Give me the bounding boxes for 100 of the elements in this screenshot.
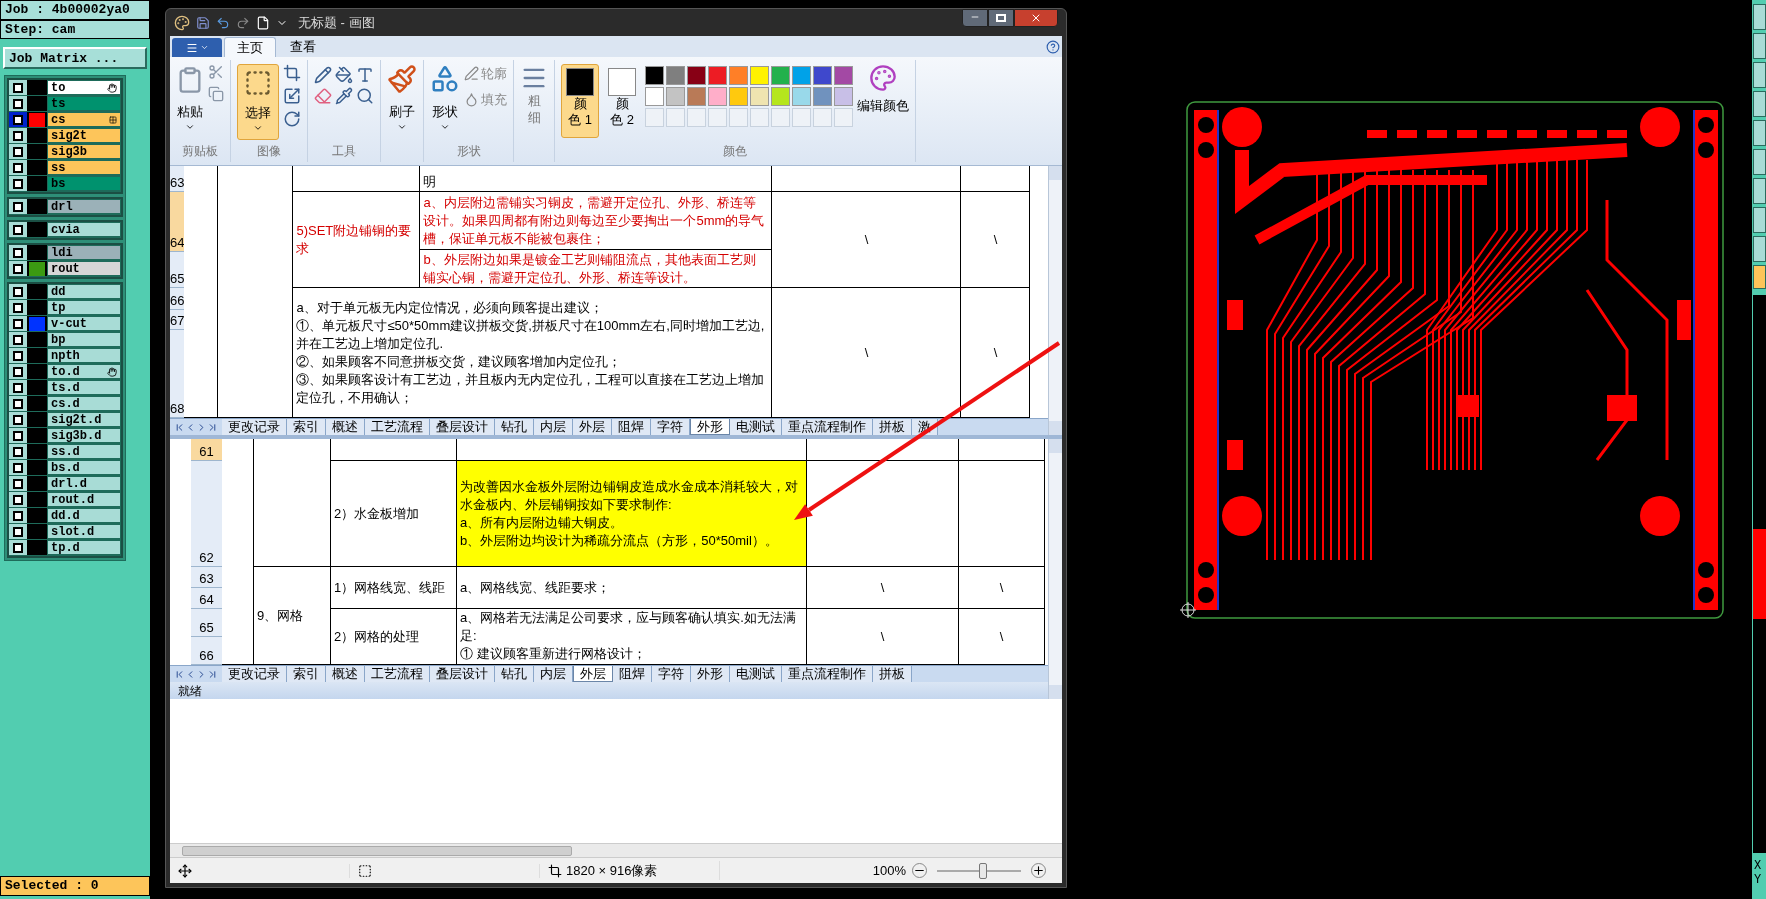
brushes-button[interactable]: 刷子 bbox=[387, 64, 417, 132]
empty-swatch[interactable] bbox=[750, 108, 769, 127]
app-menu-button[interactable] bbox=[172, 38, 222, 57]
sheet-tab[interactable]: 字符 bbox=[651, 419, 690, 435]
sheet-tab[interactable]: 字符 bbox=[652, 666, 691, 682]
horizontal-scrollbar[interactable] bbox=[170, 843, 1062, 857]
palette-swatch[interactable] bbox=[666, 66, 685, 85]
job-matrix-button[interactable]: Job Matrix ... bbox=[3, 47, 147, 69]
layer-toggle[interactable] bbox=[9, 412, 27, 427]
palette-swatch[interactable] bbox=[687, 87, 706, 106]
help-icon[interactable] bbox=[1046, 39, 1060, 54]
pencil-icon[interactable] bbox=[314, 66, 332, 84]
eyedropper-icon[interactable] bbox=[335, 87, 353, 105]
zoom-slider-thumb[interactable] bbox=[979, 862, 988, 879]
sheet-tab[interactable]: 重点流程制作 bbox=[782, 419, 873, 435]
sheet-tab[interactable]: 外层 bbox=[573, 666, 613, 682]
tool-button[interactable] bbox=[1753, 149, 1766, 175]
empty-swatch[interactable] bbox=[813, 108, 832, 127]
layer-toggle[interactable] bbox=[9, 316, 27, 331]
layer-name[interactable]: bs bbox=[47, 176, 121, 191]
magnifier-icon[interactable] bbox=[356, 87, 374, 105]
layer-toggle[interactable] bbox=[9, 396, 27, 411]
layer-toggle[interactable] bbox=[9, 428, 27, 443]
palette-swatch[interactable] bbox=[750, 66, 769, 85]
layer-name[interactable]: dd bbox=[47, 284, 121, 299]
layer-name[interactable]: bp bbox=[47, 332, 121, 347]
palette-swatch[interactable] bbox=[750, 87, 769, 106]
vertical-scrollbar[interactable] bbox=[1048, 439, 1062, 699]
paint-bucket-icon[interactable] bbox=[335, 66, 353, 84]
layer-toggle[interactable] bbox=[9, 261, 27, 276]
tool-button[interactable] bbox=[1753, 120, 1766, 146]
layer-toggle[interactable] bbox=[9, 80, 27, 95]
layer-toggle[interactable] bbox=[9, 300, 27, 315]
last-sheet-icon[interactable] bbox=[207, 421, 218, 433]
palette-swatch[interactable] bbox=[645, 66, 664, 85]
select-button[interactable]: 选择 bbox=[237, 64, 279, 140]
empty-swatch[interactable] bbox=[729, 108, 748, 127]
sheet-tab[interactable]: 外形 bbox=[691, 666, 730, 682]
first-sheet-icon[interactable] bbox=[174, 421, 185, 433]
layer-toggle[interactable] bbox=[9, 476, 27, 491]
color-select-button[interactable]: 颜 色 1 bbox=[561, 64, 599, 138]
resize-icon[interactable] bbox=[283, 87, 301, 105]
layer-toggle[interactable] bbox=[9, 492, 27, 507]
ribbon-tab[interactable]: 查看 bbox=[278, 37, 328, 57]
layer-name[interactable]: tp bbox=[47, 300, 121, 315]
palette-swatch[interactable] bbox=[729, 87, 748, 106]
palette-swatch[interactable] bbox=[666, 87, 685, 106]
layer-toggle[interactable] bbox=[9, 112, 27, 127]
empty-swatch[interactable] bbox=[771, 108, 790, 127]
sheet-tab[interactable]: 概述 bbox=[326, 666, 365, 682]
layer-toggle[interactable] bbox=[9, 524, 27, 539]
paste-button[interactable]: 粘贴 bbox=[176, 64, 204, 132]
empty-swatch[interactable] bbox=[666, 108, 685, 127]
palette-swatch[interactable] bbox=[813, 66, 832, 85]
palette-swatch[interactable] bbox=[729, 66, 748, 85]
layer-toggle[interactable] bbox=[9, 222, 27, 237]
sheet-tab[interactable]: 阻焊 bbox=[612, 419, 651, 435]
redo-icon[interactable] bbox=[236, 15, 250, 30]
sheet-tab[interactable]: 索引 bbox=[287, 419, 326, 435]
edit-colors-button[interactable]: 编辑颜色 bbox=[857, 64, 909, 116]
row-header[interactable]: 64 bbox=[170, 192, 185, 252]
tool-button[interactable] bbox=[1753, 62, 1766, 88]
layer-name[interactable]: dd.d bbox=[47, 508, 121, 523]
layer-toggle[interactable] bbox=[9, 364, 27, 379]
layer-toggle[interactable] bbox=[9, 96, 27, 111]
sheet-tab[interactable]: 外形 bbox=[690, 419, 730, 435]
last-sheet-icon[interactable] bbox=[207, 668, 218, 680]
empty-swatch[interactable] bbox=[708, 108, 727, 127]
tool-button[interactable] bbox=[1753, 207, 1766, 233]
sheet-tab[interactable]: 阻焊 bbox=[613, 666, 652, 682]
layer-name[interactable]: drl bbox=[47, 199, 121, 214]
layer-toggle[interactable] bbox=[9, 144, 27, 159]
rotate-icon[interactable] bbox=[283, 110, 301, 128]
layer-toggle[interactable] bbox=[9, 460, 27, 475]
layer-name[interactable]: cvia bbox=[47, 222, 121, 237]
sheet-tab[interactable]: 工艺流程 bbox=[365, 419, 430, 435]
layer-name[interactable]: to.d bbox=[47, 364, 121, 379]
layer-name[interactable]: ss bbox=[47, 160, 121, 175]
tool-button[interactable] bbox=[1753, 178, 1766, 204]
layer-toggle[interactable] bbox=[9, 284, 27, 299]
empty-swatch[interactable] bbox=[834, 108, 853, 127]
layer-name[interactable]: drl.d bbox=[47, 476, 121, 491]
sheet-tab[interactable]: 更改记录 bbox=[222, 419, 287, 435]
maximize-button[interactable] bbox=[988, 9, 1014, 27]
sheet-tab[interactable]: 更改记录 bbox=[222, 666, 287, 682]
sheet-tab[interactable]: 拼板 bbox=[873, 419, 912, 435]
sheet-tab[interactable]: 钻孔 bbox=[495, 666, 534, 682]
palette-swatch[interactable] bbox=[792, 87, 811, 106]
tool-button[interactable] bbox=[1753, 4, 1766, 30]
layer-name[interactable]: ldi bbox=[47, 245, 121, 260]
layer-toggle[interactable] bbox=[9, 348, 27, 363]
tool-button[interactable] bbox=[1753, 236, 1766, 262]
color-select-button[interactable]: 颜 色 2 bbox=[603, 64, 641, 138]
undo-icon[interactable] bbox=[216, 15, 230, 30]
scissors-icon[interactable] bbox=[208, 64, 224, 80]
vertical-scrollbar[interactable] bbox=[1048, 166, 1062, 435]
layer-name[interactable]: to bbox=[47, 80, 121, 95]
layer-toggle[interactable] bbox=[9, 380, 27, 395]
text-tool-icon[interactable] bbox=[356, 66, 374, 84]
sheet-tab[interactable]: 电测试 bbox=[730, 419, 782, 435]
